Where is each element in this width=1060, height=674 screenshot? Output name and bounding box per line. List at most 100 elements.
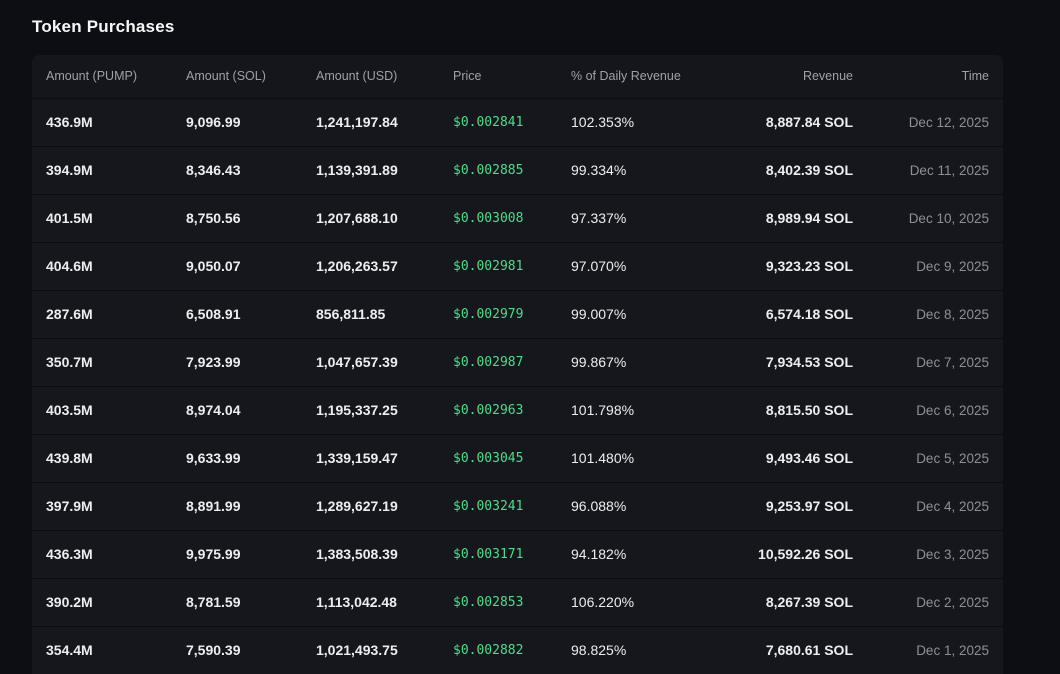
cell-time: Dec 5, 2025 <box>853 434 1003 482</box>
cell-amount-usd: 1,195,337.25 <box>316 386 453 434</box>
cell-price: $0.003045 <box>453 434 571 482</box>
cell-time: Dec 7, 2025 <box>853 338 1003 386</box>
cell-price: $0.003171 <box>453 530 571 578</box>
cell-amount-usd: 1,383,508.39 <box>316 530 453 578</box>
cell-time: Dec 4, 2025 <box>853 482 1003 530</box>
column-header-price: Price <box>453 55 571 98</box>
cell-price: $0.002981 <box>453 242 571 290</box>
cell-amount-pump: 404.6M <box>32 242 186 290</box>
cell-revenue: 7,934.53 SOL <box>706 338 853 386</box>
cell-amount-sol: 6,508.91 <box>186 290 316 338</box>
table-header: Amount (PUMP) Amount (SOL) Amount (USD) … <box>32 55 1003 98</box>
cell-revenue: 10,592.26 SOL <box>706 530 853 578</box>
cell-amount-usd: 1,047,657.39 <box>316 338 453 386</box>
token-purchases-card: Amount (PUMP) Amount (SOL) Amount (USD) … <box>32 55 1003 674</box>
cell-amount-sol: 9,050.07 <box>186 242 316 290</box>
cell-amount-pump: 436.3M <box>32 530 186 578</box>
cell-amount-sol: 8,974.04 <box>186 386 316 434</box>
cell-price: $0.002987 <box>453 338 571 386</box>
cell-pct-daily-revenue: 99.867% <box>571 338 706 386</box>
table-body: 436.9M 9,096.99 1,241,197.84 $0.002841 1… <box>32 98 1003 674</box>
cell-amount-pump: 287.6M <box>32 290 186 338</box>
cell-amount-sol: 9,096.99 <box>186 98 316 146</box>
cell-time: Dec 11, 2025 <box>853 146 1003 194</box>
cell-amount-pump: 403.5M <box>32 386 186 434</box>
cell-revenue: 8,402.39 SOL <box>706 146 853 194</box>
cell-revenue: 9,493.46 SOL <box>706 434 853 482</box>
cell-amount-sol: 7,590.39 <box>186 626 316 674</box>
cell-price: $0.003241 <box>453 482 571 530</box>
table-row: 439.8M 9,633.99 1,339,159.47 $0.003045 1… <box>32 434 1003 482</box>
table-row: 397.9M 8,891.99 1,289,627.19 $0.003241 9… <box>32 482 1003 530</box>
table-row: 401.5M 8,750.56 1,207,688.10 $0.003008 9… <box>32 194 1003 242</box>
cell-amount-usd: 1,339,159.47 <box>316 434 453 482</box>
cell-time: Dec 10, 2025 <box>853 194 1003 242</box>
cell-amount-sol: 8,750.56 <box>186 194 316 242</box>
cell-amount-usd: 1,241,197.84 <box>316 98 453 146</box>
table-row: 354.4M 7,590.39 1,021,493.75 $0.002882 9… <box>32 626 1003 674</box>
cell-time: Dec 3, 2025 <box>853 530 1003 578</box>
cell-price: $0.002841 <box>453 98 571 146</box>
table-row: 436.9M 9,096.99 1,241,197.84 $0.002841 1… <box>32 98 1003 146</box>
cell-amount-pump: 397.9M <box>32 482 186 530</box>
column-header-pct-daily-revenue: % of Daily Revenue <box>571 55 706 98</box>
table-row: 390.2M 8,781.59 1,113,042.48 $0.002853 1… <box>32 578 1003 626</box>
cell-price: $0.002885 <box>453 146 571 194</box>
table-row: 287.6M 6,508.91 856,811.85 $0.002979 99.… <box>32 290 1003 338</box>
cell-amount-pump: 354.4M <box>32 626 186 674</box>
cell-time: Dec 12, 2025 <box>853 98 1003 146</box>
column-header-time: Time <box>853 55 1003 98</box>
table-row: 403.5M 8,974.04 1,195,337.25 $0.002963 1… <box>32 386 1003 434</box>
column-header-amount-pump: Amount (PUMP) <box>32 55 186 98</box>
cell-amount-sol: 8,891.99 <box>186 482 316 530</box>
cell-pct-daily-revenue: 97.070% <box>571 242 706 290</box>
cell-revenue: 9,253.97 SOL <box>706 482 853 530</box>
cell-amount-sol: 9,633.99 <box>186 434 316 482</box>
cell-time: Dec 9, 2025 <box>853 242 1003 290</box>
cell-amount-pump: 394.9M <box>32 146 186 194</box>
cell-pct-daily-revenue: 99.007% <box>571 290 706 338</box>
cell-amount-usd: 1,289,627.19 <box>316 482 453 530</box>
cell-amount-pump: 439.8M <box>32 434 186 482</box>
cell-time: Dec 1, 2025 <box>853 626 1003 674</box>
cell-price: $0.002979 <box>453 290 571 338</box>
cell-amount-usd: 1,021,493.75 <box>316 626 453 674</box>
cell-pct-daily-revenue: 98.825% <box>571 626 706 674</box>
cell-revenue: 8,887.84 SOL <box>706 98 853 146</box>
cell-amount-pump: 401.5M <box>32 194 186 242</box>
cell-price: $0.002853 <box>453 578 571 626</box>
cell-amount-pump: 436.9M <box>32 98 186 146</box>
cell-revenue: 8,267.39 SOL <box>706 578 853 626</box>
cell-amount-usd: 1,206,263.57 <box>316 242 453 290</box>
cell-pct-daily-revenue: 101.798% <box>571 386 706 434</box>
cell-amount-sol: 7,923.99 <box>186 338 316 386</box>
cell-pct-daily-revenue: 96.088% <box>571 482 706 530</box>
cell-time: Dec 2, 2025 <box>853 578 1003 626</box>
token-purchases-table: Amount (PUMP) Amount (SOL) Amount (USD) … <box>32 55 1003 674</box>
cell-pct-daily-revenue: 99.334% <box>571 146 706 194</box>
cell-revenue: 9,323.23 SOL <box>706 242 853 290</box>
column-header-revenue: Revenue <box>706 55 853 98</box>
cell-amount-usd: 1,139,391.89 <box>316 146 453 194</box>
cell-price: $0.002963 <box>453 386 571 434</box>
cell-pct-daily-revenue: 97.337% <box>571 194 706 242</box>
cell-revenue: 8,815.50 SOL <box>706 386 853 434</box>
cell-amount-pump: 350.7M <box>32 338 186 386</box>
cell-amount-usd: 1,207,688.10 <box>316 194 453 242</box>
cell-amount-sol: 8,346.43 <box>186 146 316 194</box>
cell-price: $0.002882 <box>453 626 571 674</box>
cell-amount-sol: 8,781.59 <box>186 578 316 626</box>
cell-pct-daily-revenue: 102.353% <box>571 98 706 146</box>
cell-pct-daily-revenue: 106.220% <box>571 578 706 626</box>
table-row: 394.9M 8,346.43 1,139,391.89 $0.002885 9… <box>32 146 1003 194</box>
cell-revenue: 7,680.61 SOL <box>706 626 853 674</box>
cell-pct-daily-revenue: 101.480% <box>571 434 706 482</box>
cell-revenue: 8,989.94 SOL <box>706 194 853 242</box>
cell-amount-usd: 856,811.85 <box>316 290 453 338</box>
cell-time: Dec 6, 2025 <box>853 386 1003 434</box>
cell-revenue: 6,574.18 SOL <box>706 290 853 338</box>
page-title: Token Purchases <box>32 17 175 37</box>
table-row: 404.6M 9,050.07 1,206,263.57 $0.002981 9… <box>32 242 1003 290</box>
column-header-amount-sol: Amount (SOL) <box>186 55 316 98</box>
cell-amount-sol: 9,975.99 <box>186 530 316 578</box>
